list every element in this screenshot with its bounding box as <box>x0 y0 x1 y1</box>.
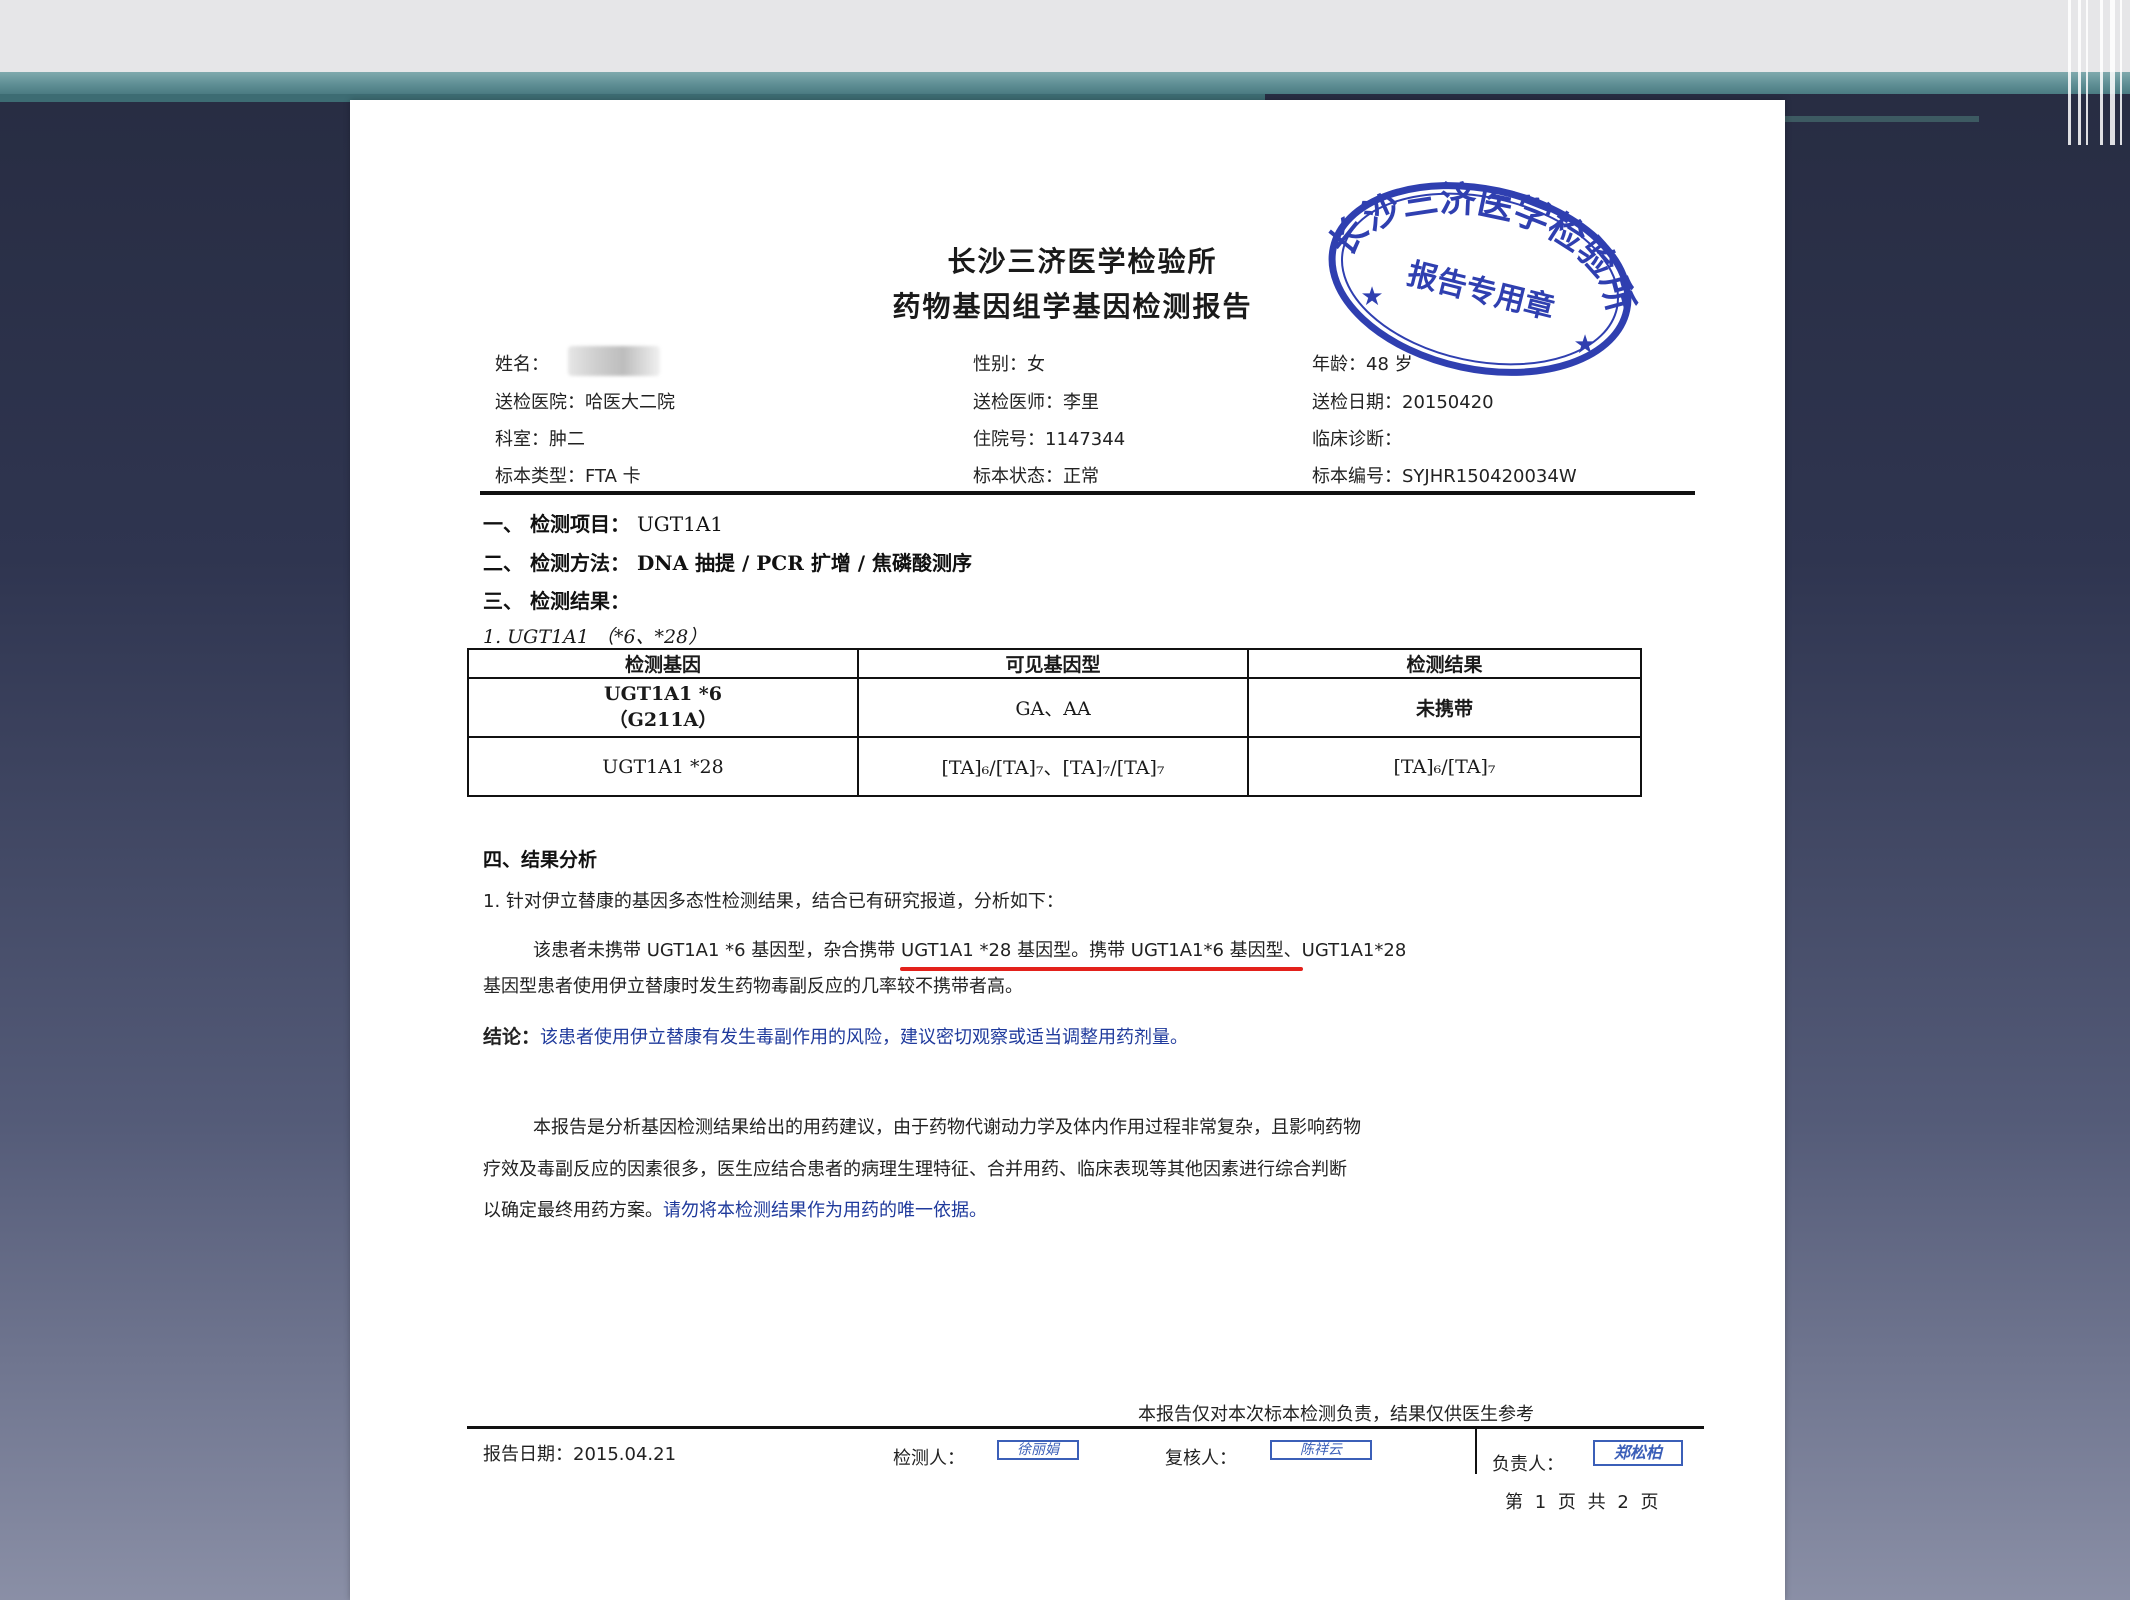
analysis-heading: 四、结果分析 <box>483 849 598 871</box>
conclusion: 结论：该患者使用伊立替康有发生毒副作用的风险，建议密切观察或适当调整用药剂量。 <box>483 1022 1188 1049</box>
header-divider <box>480 491 1695 495</box>
disclaimer-line3: 以确定最终用药方案。请勿将本检测结果作为用药的唯一依据。 <box>483 1196 987 1222</box>
table-row: UGT1A1 *6 （G211A） GA、AA 未携带 <box>467 677 1642 738</box>
sending-date: 送检日期：20150420 <box>1312 392 1494 413</box>
section-test-result: 三、 检测结果： <box>483 589 630 613</box>
slide-accent-bar <box>0 72 2130 94</box>
result-table: 检测基因 可见基因型 检测结果 UGT1A1 *6 （G211A） GA、AA … <box>467 648 1642 797</box>
genotype-cell: [TA]₆/[TA]₇、[TA]₇/[TA]₇ <box>857 736 1249 797</box>
footer-note: 本报告仅对本次标本检测负责，结果仅供医生参考 <box>1138 1404 1534 1425</box>
analysis-text: 携带 UGT1A1*6 基因型、UGT1A1*28 <box>1089 940 1407 961</box>
slide-accent-right <box>1784 116 1979 122</box>
gene-name: UGT1A1 *6 <box>604 683 722 705</box>
genotype-cell: GA、AA <box>857 677 1249 738</box>
inpatient-number: 住院号：1147344 <box>973 429 1126 450</box>
sample-status: 标本状态：正常 <box>973 466 1099 487</box>
col-header-genotype: 可见基因型 <box>857 648 1249 679</box>
highlight-underline <box>900 967 1303 971</box>
disclaimer-line1: 本报告是分析基因检测结果给出的用药建议，由于药物代谢动力学及体内作用过程非常复杂… <box>533 1117 1361 1138</box>
section-value: UGT1A1 <box>636 512 724 536</box>
sample-number: 标本编号：SYJHR150420034W <box>1312 466 1577 487</box>
star-icon: ★ <box>1573 330 1596 360</box>
analysis-intro: 1. 针对伊立替康的基因多态性检测结果，结合已有研究报道，分析如下： <box>483 891 1064 912</box>
patient-age: 年龄：48 岁 <box>1312 354 1413 375</box>
analysis-highlight: 杂合携带 UGT1A1 *28 基因型。 <box>823 940 1090 961</box>
result-cell: 未携带 <box>1247 677 1642 738</box>
disclaimer-emphasis: 请勿将本检测结果作为用药的唯一依据。 <box>663 1200 987 1221</box>
clinical-diagnosis: 临床诊断： <box>1312 429 1402 450</box>
redacted-name <box>568 346 660 376</box>
sending-doctor: 送检医师：李里 <box>973 392 1099 413</box>
result-cell: [TA]₆/[TA]₇ <box>1247 736 1642 797</box>
tester-signature: 徐丽娟 <box>997 1440 1079 1460</box>
department: 科室：肿二 <box>495 429 585 450</box>
col-header-result: 检测结果 <box>1247 648 1642 679</box>
gene-cell: UGT1A1 *6 （G211A） <box>467 677 859 738</box>
page-number: 第 1 页 共 2 页 <box>1505 1492 1662 1513</box>
disclaimer-line2: 疗效及毒副反应的因素很多，医生应结合患者的病理生理特征、合并用药、临床表现等其他… <box>483 1159 1347 1180</box>
analysis-paragraph-line1: 该患者未携带 UGT1A1 *6 基因型，杂合携带 UGT1A1 *28 基因型… <box>533 936 1406 962</box>
patient-gender: 性别：女 <box>973 354 1045 375</box>
reviewer-label: 复核人： <box>1165 1448 1237 1469</box>
section-test-method: 二、 检测方法： DNA 抽提 / PCR 扩增 / 焦磷酸测序 <box>483 547 972 576</box>
analysis-paragraph-line2: 基因型患者使用伊立替康时发生药物毒副反应的几率较不携带者高。 <box>483 976 1023 997</box>
footer-divider <box>467 1426 1704 1429</box>
section-label: 一、 检测项目： <box>483 512 630 536</box>
footer-vertical-divider <box>1475 1429 1477 1474</box>
slide-decorative-lines <box>2060 0 2130 145</box>
report-date: 报告日期：2015.04.21 <box>483 1444 677 1465</box>
stamp-center-text: 报告专用章 <box>1404 256 1558 326</box>
patient-name-label: 姓名： <box>495 354 549 375</box>
col-header-gene: 检测基因 <box>467 648 859 679</box>
sample-type: 标本类型：FTA 卡 <box>495 466 641 487</box>
result-sub-label: 1. UGT1A1 （*6、*28） <box>483 626 708 648</box>
table-header-row: 检测基因 可见基因型 检测结果 <box>467 648 1642 679</box>
manager-signature: 郑松柏 <box>1593 1440 1683 1466</box>
report-page: 长沙三济医学检验所 药物基因组学基因检测报告 长沙三济医学检验所 报告专用章 ★… <box>350 100 1785 1600</box>
star-icon: ★ <box>1360 282 1383 312</box>
gene-cell: UGT1A1 *28 <box>467 736 859 797</box>
manager-label: 负责人： <box>1492 1454 1564 1475</box>
section-value: DNA 抽提 / PCR 扩增 / 焦磷酸测序 <box>636 551 973 575</box>
conclusion-label: 结论： <box>483 1026 541 1048</box>
slide-top-band <box>0 0 2130 72</box>
disclaimer-text: 以确定最终用药方案。 <box>483 1200 663 1221</box>
gene-variant: （G211A） <box>608 709 718 731</box>
reviewer-signature: 陈祥云 <box>1270 1440 1372 1460</box>
analysis-text: 该患者未携带 UGT1A1 *6 基因型， <box>533 940 824 961</box>
conclusion-text: 该患者使用伊立替康有发生毒副作用的风险，建议密切观察或适当调整用药剂量。 <box>540 1027 1189 1048</box>
sending-hospital: 送检医院：哈医大二院 <box>495 392 675 413</box>
section-label: 二、 检测方法： <box>483 551 630 575</box>
tester-label: 检测人： <box>893 1448 965 1469</box>
section-test-item: 一、 检测项目： UGT1A1 <box>483 508 723 537</box>
table-row: UGT1A1 *28 [TA]₆/[TA]₇、[TA]₇/[TA]₇ [TA]₆… <box>467 736 1642 797</box>
